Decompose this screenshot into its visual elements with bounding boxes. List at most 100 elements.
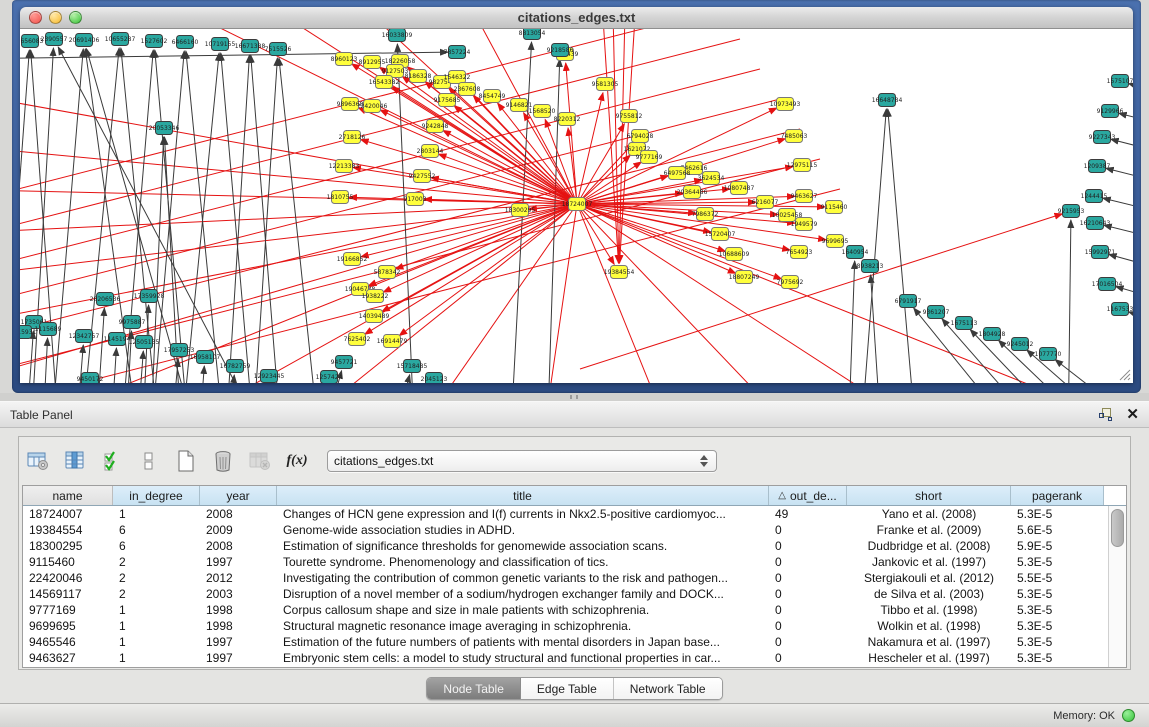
close-panel-icon[interactable]: ✕ bbox=[1126, 407, 1139, 422]
table-cell[interactable]: 9465546 bbox=[23, 634, 113, 650]
graph-edge[interactable] bbox=[848, 261, 855, 383]
tab-node-table[interactable]: Node Table bbox=[427, 678, 521, 699]
graph-node[interactable]: 10719155 bbox=[205, 38, 236, 51]
table-row[interactable]: 969969511998Structural magnetic resonanc… bbox=[23, 618, 1108, 634]
table-cell[interactable]: Genome-wide association studies in ADHD. bbox=[277, 522, 769, 538]
table-cell[interactable]: 0 bbox=[769, 618, 847, 634]
graph-node[interactable]: 1640954 bbox=[842, 246, 869, 259]
table-cell[interactable]: Structural magnetic resonance image aver… bbox=[277, 618, 769, 634]
table-cell[interactable]: Stergiakouli et al. (2012) bbox=[847, 570, 1011, 586]
table-cell[interactable]: 2 bbox=[113, 586, 200, 602]
table-row[interactable]: 1938455462009Genome-wide association stu… bbox=[23, 522, 1108, 538]
table-cell[interactable]: 49 bbox=[769, 506, 847, 522]
graph-node[interactable]: 1804928 bbox=[979, 328, 1006, 341]
tab-edge-table[interactable]: Edge Table bbox=[521, 678, 614, 699]
graph-node[interactable]: 15718485 bbox=[397, 360, 428, 373]
graph-edge[interactable] bbox=[383, 204, 577, 292]
graph-node[interactable]: 7975692 bbox=[777, 276, 804, 289]
graph-edge[interactable] bbox=[279, 58, 320, 383]
table-cell[interactable]: 18300295 bbox=[23, 538, 113, 554]
network-view-window[interactable]: citations_edges.txt 18724007896012389129… bbox=[20, 7, 1133, 383]
table-row[interactable]: 946362711997Embryonic stem cells: a mode… bbox=[23, 650, 1108, 666]
table-cell[interactable]: Yano et al. (2008) bbox=[847, 506, 1011, 522]
graph-node[interactable]: 1077770 bbox=[1035, 348, 1062, 361]
graph-node[interactable]: 2045123 bbox=[421, 373, 448, 384]
network-canvas[interactable]: 1872400789601238912955182260589127503165… bbox=[20, 29, 1133, 383]
graph-edge[interactable] bbox=[1119, 113, 1133, 129]
graph-node[interactable]: 1575107 bbox=[1107, 75, 1133, 88]
graph-edge[interactable] bbox=[577, 155, 630, 204]
table-settings-button[interactable] bbox=[25, 447, 51, 475]
column-header-name[interactable]: name bbox=[23, 486, 113, 505]
table-cell[interactable]: 0 bbox=[769, 554, 847, 570]
tab-network-table[interactable]: Network Table bbox=[614, 678, 722, 699]
graph-edge[interactable] bbox=[566, 63, 577, 204]
column-visibility-button[interactable] bbox=[62, 447, 88, 475]
graph-edge[interactable] bbox=[1106, 168, 1133, 187]
table-cell[interactable]: 5.3E-5 bbox=[1011, 554, 1104, 570]
close-window-button[interactable] bbox=[29, 11, 42, 24]
graph-node[interactable]: 10973493 bbox=[770, 98, 801, 111]
graph-node[interactable]: 1568520 bbox=[529, 105, 556, 118]
table-cell[interactable]: 0 bbox=[769, 634, 847, 650]
column-header-year[interactable]: year bbox=[200, 486, 277, 505]
graph-node[interactable]: 15720407 bbox=[705, 228, 736, 241]
graph-edge[interactable] bbox=[577, 204, 970, 383]
graph-node[interactable]: 10655287 bbox=[105, 33, 136, 46]
table-cell[interactable]: Changes of HCN gene expression and I(f) … bbox=[277, 506, 769, 522]
graph-node[interactable]: 8960123 bbox=[331, 53, 358, 66]
graph-node[interactable]: 9755812 bbox=[616, 110, 643, 123]
table-cell[interactable]: 5.3E-5 bbox=[1011, 506, 1104, 522]
scrollbar-thumb[interactable] bbox=[1111, 509, 1124, 547]
graph-node[interactable]: 1527602 bbox=[141, 35, 168, 48]
table-row[interactable]: 1456911722003Disruption of a novel membe… bbox=[23, 586, 1108, 602]
table-cell[interactable]: Estimation of the future numbers of pati… bbox=[277, 634, 769, 650]
table-cell[interactable]: 18724007 bbox=[23, 506, 113, 522]
table-cell[interactable]: 0 bbox=[769, 538, 847, 554]
graph-node[interactable]: 9457721 bbox=[331, 356, 358, 369]
table-cell[interactable]: 2009 bbox=[200, 522, 277, 538]
graph-edge[interactable] bbox=[399, 204, 577, 336]
table-cell[interactable]: 5.3E-5 bbox=[1011, 602, 1104, 618]
table-cell[interactable]: Disruption of a novel member of a sodium… bbox=[277, 586, 769, 602]
table-cell[interactable]: Jankovic et al. (1997) bbox=[847, 554, 1011, 570]
graph-node[interactable]: 9115460 bbox=[821, 201, 848, 214]
graph-node[interactable]: 19166852 bbox=[337, 253, 368, 266]
table-cell[interactable]: 5.9E-5 bbox=[1011, 538, 1104, 554]
graph-node[interactable]: 9245012 bbox=[1007, 338, 1034, 351]
table-cell[interactable]: 2 bbox=[113, 554, 200, 570]
table-cell[interactable]: 1997 bbox=[200, 634, 277, 650]
graph-node[interactable]: 7625402 bbox=[344, 333, 371, 346]
graph-edge[interactable] bbox=[60, 29, 577, 204]
graph-edge[interactable] bbox=[577, 204, 680, 383]
graph-node[interactable]: 6466160 bbox=[172, 36, 199, 49]
table-cell[interactable]: 22420046 bbox=[23, 570, 113, 586]
graph-edge[interactable] bbox=[860, 109, 886, 383]
graph-node[interactable]: 6791917 bbox=[895, 295, 922, 308]
table-cell[interactable]: 1 bbox=[113, 650, 200, 666]
graph-edge[interactable] bbox=[1104, 225, 1133, 244]
table-cell[interactable]: 9699695 bbox=[23, 618, 113, 634]
table-cell[interactable]: 5.6E-5 bbox=[1011, 522, 1104, 538]
graph-node[interactable]: 12923445 bbox=[254, 370, 285, 383]
table-cell[interactable]: 19384554 bbox=[23, 522, 113, 538]
table-cell[interactable]: 0 bbox=[769, 586, 847, 602]
graph-node[interactable]: 1810755 bbox=[327, 191, 354, 204]
table-cell[interactable]: 2 bbox=[113, 570, 200, 586]
table-cell[interactable]: 1998 bbox=[200, 602, 277, 618]
table-cell[interactable]: 5.3E-5 bbox=[1011, 618, 1104, 634]
graph-node[interactable]: 1167533 bbox=[1107, 303, 1133, 316]
graph-edge[interactable] bbox=[110, 348, 116, 383]
graph-edge[interactable] bbox=[1103, 198, 1133, 217]
graph-node[interactable]: 9227343 bbox=[1089, 131, 1116, 144]
table-cell[interactable]: 6 bbox=[113, 538, 200, 554]
table-cell[interactable]: 0 bbox=[769, 650, 847, 666]
table-cell[interactable]: 5.5E-5 bbox=[1011, 570, 1104, 586]
graph-node[interactable]: 2718126 bbox=[339, 131, 366, 144]
table-cell[interactable]: 1 bbox=[113, 634, 200, 650]
float-panel-icon[interactable] bbox=[1099, 408, 1112, 421]
table-cell[interactable]: 6 bbox=[113, 522, 200, 538]
network-file-select[interactable]: citations_edges.txt bbox=[327, 450, 717, 472]
graph-node[interactable]: 17016504 bbox=[1092, 278, 1123, 291]
table-cell[interactable]: Franke et al. (2009) bbox=[847, 522, 1011, 538]
